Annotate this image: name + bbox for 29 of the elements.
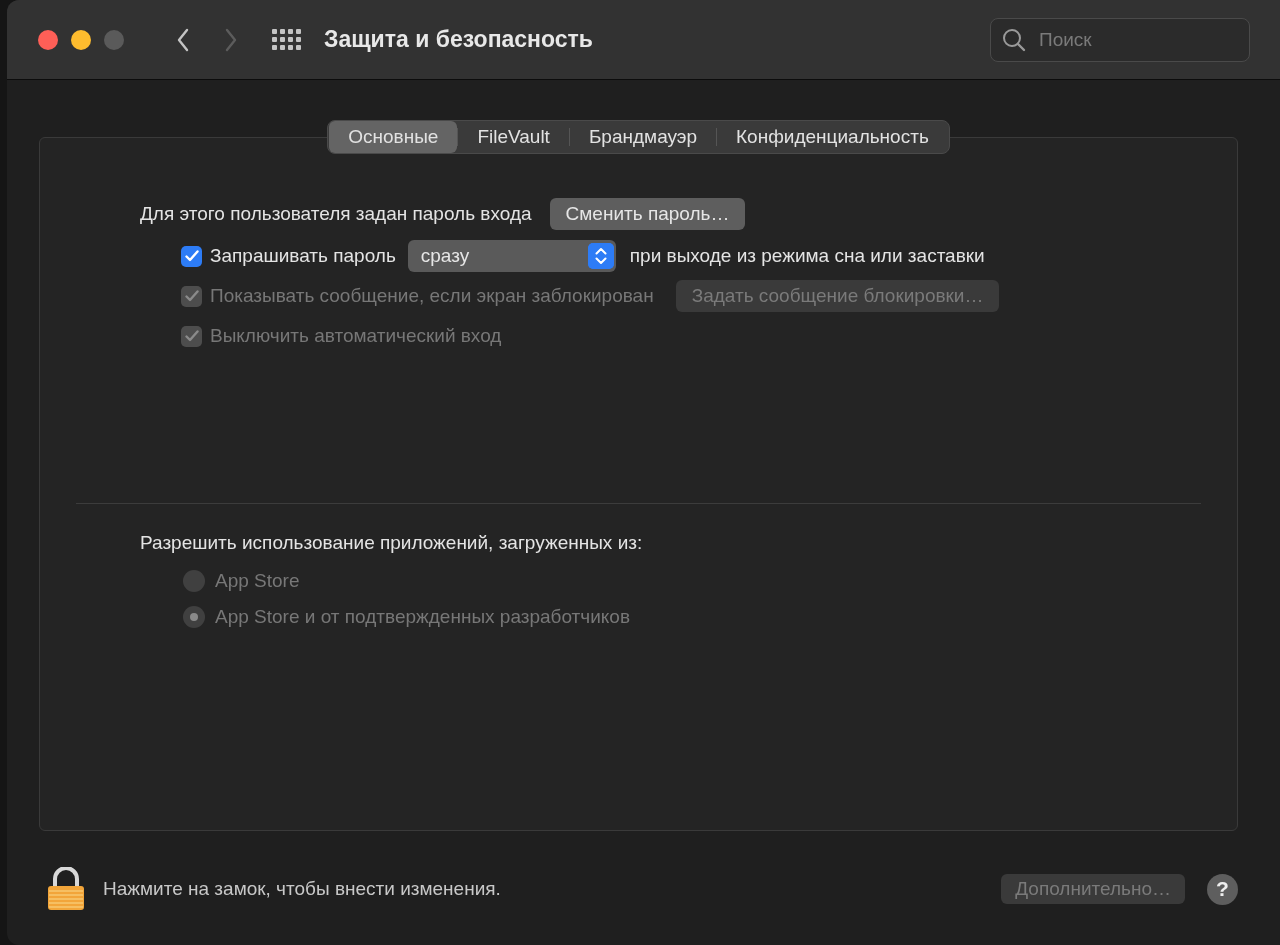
close-window-button[interactable]: [38, 29, 58, 50]
tab[interactable]: FileVault: [458, 121, 569, 153]
window-title: Защита и безопасность: [324, 26, 593, 53]
tab[interactable]: Основные: [329, 121, 458, 153]
stepper-icon: [587, 243, 614, 269]
checkbox[interactable]: [181, 245, 202, 267]
search-icon: [1002, 27, 1026, 52]
minimize-window-button[interactable]: [71, 29, 91, 50]
checkmark-icon: [184, 250, 199, 262]
lock-message: Нажмите на замок, чтобы внести изменения.: [103, 878, 501, 900]
padlock-icon[interactable]: [47, 867, 85, 911]
option-suffix: при выходе из режима сна или заставки: [629, 245, 985, 267]
checkbox-label: Выключить автоматический вход: [210, 325, 502, 347]
checkbox-label: Показывать сообщение, если экран заблокирован: [210, 285, 654, 307]
radio-label: App Store: [215, 570, 300, 592]
search-field[interactable]: Поиск: [990, 17, 1250, 62]
apps-heading: Разрешить использование приложений, загруженных из:: [140, 532, 644, 554]
grid-icon[interactable]: [272, 28, 302, 51]
checkbox-label: Запрашивать пароль: [210, 245, 396, 267]
checkmark-icon: [184, 330, 199, 342]
help-button[interactable]: ?: [1207, 873, 1238, 905]
delay-select[interactable]: сразу: [407, 240, 616, 272]
checkmark-icon: [184, 290, 199, 302]
change-password-button[interactable]: Сменить пароль…: [549, 198, 746, 230]
back-icon[interactable]: [176, 27, 190, 52]
radio-label: App Store и от подтвержденных разработчиков: [215, 606, 631, 628]
tab[interactable]: Конфиденциальность: [717, 121, 948, 153]
password-label: Для этого пользователя задан пароль входа: [140, 203, 532, 225]
tab[interactable]: Брандмауэр: [569, 121, 717, 153]
